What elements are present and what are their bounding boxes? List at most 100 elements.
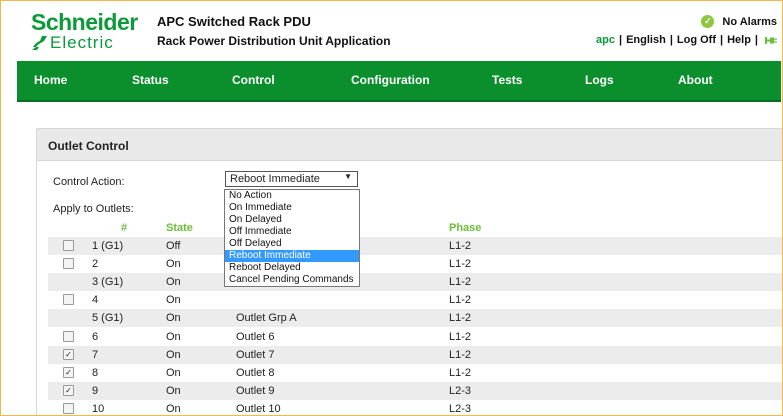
separator: | — [669, 34, 673, 46]
schneider-electric-logo[interactable]: Schneider Electric — [31, 10, 141, 54]
column-header-state: State — [166, 222, 193, 234]
outlet-number: 9 — [92, 384, 99, 397]
panel-header: Outlet Control — [37, 129, 782, 161]
outlet-phase: L1-2 — [449, 330, 472, 343]
dropdown-option[interactable]: Off Delayed — [225, 238, 359, 250]
outlet-name: Outlet 10 — [236, 402, 281, 415]
outlet-name: Outlet 6 — [236, 330, 275, 343]
outlet-number: 2 — [92, 258, 99, 271]
dropdown-option[interactable]: Off Immediate — [225, 226, 359, 238]
outlet-number: 6 — [92, 330, 99, 343]
outlet-checkbox[interactable] — [63, 240, 74, 251]
outlet-phase: L1-2 — [449, 258, 472, 271]
outlet-control-panel: Outlet Control Control Action: Apply to … — [36, 128, 782, 415]
outlet-state: On — [166, 402, 181, 415]
control-action-dropdown: No Action On Immediate On Delayed Off Immed… — [224, 189, 360, 287]
dropdown-option[interactable]: Reboot Immediate — [225, 250, 359, 262]
outlet-checkbox-checked[interactable]: ✓ — [63, 348, 74, 360]
user-links: apc | English | Log Off | Help | — [596, 34, 777, 46]
outlet-phase: L1-2 — [449, 348, 472, 361]
outlet-phase: L1-2 — [449, 240, 472, 252]
outlet-name: Outlet 9 — [236, 384, 275, 397]
app-frame: Schneider Electric APC Switched Rack PDU… — [0, 0, 783, 416]
table-row: 1 (G1) Off L1-2 — [48, 237, 782, 255]
main-nav: Home Status Control Configuration Tests … — [17, 61, 781, 102]
language-link[interactable]: English — [626, 34, 666, 46]
table-row: 10 On Outlet 10 L2-3 — [48, 400, 782, 415]
table-row: 2 On L1-2 — [48, 255, 782, 273]
outlet-state: On — [166, 348, 181, 361]
table-row: 6 On Outlet 6 L1-2 — [48, 328, 782, 346]
outlet-name: Outlet 7 — [236, 348, 275, 361]
outlet-number: 7 — [92, 348, 99, 361]
outlet-number: 8 — [92, 366, 99, 379]
outlet-state: On — [166, 330, 181, 343]
apply-to-outlets-label: Apply to Outlets: — [53, 203, 134, 215]
table-row: ✓ 8 On Outlet 8 L1-2 — [48, 364, 782, 382]
table-row: ✓ 9 On Outlet 9 L2-3 — [48, 381, 782, 400]
outlet-name: Outlet 8 — [236, 366, 275, 379]
outlet-state: On — [166, 366, 181, 379]
outlet-state: On — [166, 294, 181, 307]
control-action-selected: Reboot Immediate — [230, 173, 320, 185]
check-circle-icon: ✓ — [701, 15, 715, 28]
outlet-phase: L1-2 — [449, 294, 472, 307]
table-row: 5 (G1) On Outlet Grp A L1-2 — [48, 309, 782, 328]
panel-title: Outlet Control — [48, 139, 129, 153]
nav-about[interactable]: About — [678, 61, 713, 100]
outlet-phase: L1-2 — [449, 366, 472, 379]
logo-bottom: Electric — [31, 34, 114, 52]
chevron-down-icon: ▼ — [344, 172, 352, 181]
plug-icon[interactable] — [765, 36, 777, 45]
table-row: 3 (G1) On L1-2 — [48, 273, 782, 292]
outlet-number: 5 (G1) — [92, 312, 124, 325]
outlet-number: 1 (G1) — [92, 240, 124, 252]
outlet-state: On — [166, 312, 181, 325]
nav-home[interactable]: Home — [34, 61, 67, 100]
outlet-number: 3 (G1) — [92, 276, 124, 289]
outlet-state: On — [166, 384, 181, 397]
outlet-number: 10 — [92, 402, 105, 415]
outlet-state: On — [166, 258, 181, 271]
dropdown-option[interactable]: No Action — [225, 190, 359, 202]
outlet-checkbox[interactable] — [63, 294, 74, 306]
outlet-checkbox-checked[interactable]: ✓ — [63, 384, 74, 396]
logo-mark-icon — [32, 36, 47, 50]
nav-control[interactable]: Control — [232, 61, 275, 100]
nav-configuration[interactable]: Configuration — [351, 61, 430, 100]
dropdown-option[interactable]: On Immediate — [225, 202, 359, 214]
log-off-link[interactable]: Log Off — [677, 34, 716, 46]
outlet-number: 4 — [92, 294, 99, 307]
nav-logs[interactable]: Logs — [585, 61, 614, 100]
nav-status[interactable]: Status — [132, 61, 169, 100]
control-action-select[interactable]: Reboot Immediate ▼ — [225, 171, 358, 187]
dropdown-option[interactable]: Reboot Delayed — [225, 262, 359, 274]
outlet-checkbox-checked[interactable]: ✓ — [63, 366, 74, 378]
control-action-label: Control Action: — [53, 176, 125, 188]
separator: | — [720, 34, 724, 46]
outlet-state: On — [166, 276, 181, 289]
alarm-status-text: No Alarms — [722, 15, 777, 28]
outlet-state: Off — [166, 240, 181, 252]
outlet-checkbox[interactable] — [63, 258, 74, 270]
outlet-phase: L1-2 — [449, 276, 472, 289]
alarm-status[interactable]: ✓ No Alarms — [701, 15, 777, 28]
nav-tests[interactable]: Tests — [492, 61, 522, 100]
column-header-phase: Phase — [449, 222, 482, 234]
outlet-name: Outlet Grp A — [236, 312, 297, 325]
logo-electric-text: Electric — [50, 33, 114, 52]
outlet-phase: L2-3 — [449, 402, 472, 415]
outlet-checkbox[interactable] — [63, 402, 74, 414]
table-row: ✓ 7 On Outlet 7 L1-2 — [48, 345, 782, 364]
user-name-link[interactable]: apc — [596, 34, 615, 46]
column-header-number: # — [121, 222, 128, 234]
separator: | — [754, 34, 758, 46]
dropdown-option[interactable]: On Delayed — [225, 214, 359, 226]
outlet-phase: L1-2 — [449, 312, 472, 325]
help-link[interactable]: Help — [727, 34, 751, 46]
app-subtitle: Rack Power Distribution Unit Application — [157, 34, 391, 48]
outlet-checkbox[interactable] — [63, 330, 74, 342]
separator: | — [619, 34, 623, 46]
logo-schneider-text: Schneider — [31, 9, 138, 35]
dropdown-option[interactable]: Cancel Pending Commands — [225, 274, 359, 286]
